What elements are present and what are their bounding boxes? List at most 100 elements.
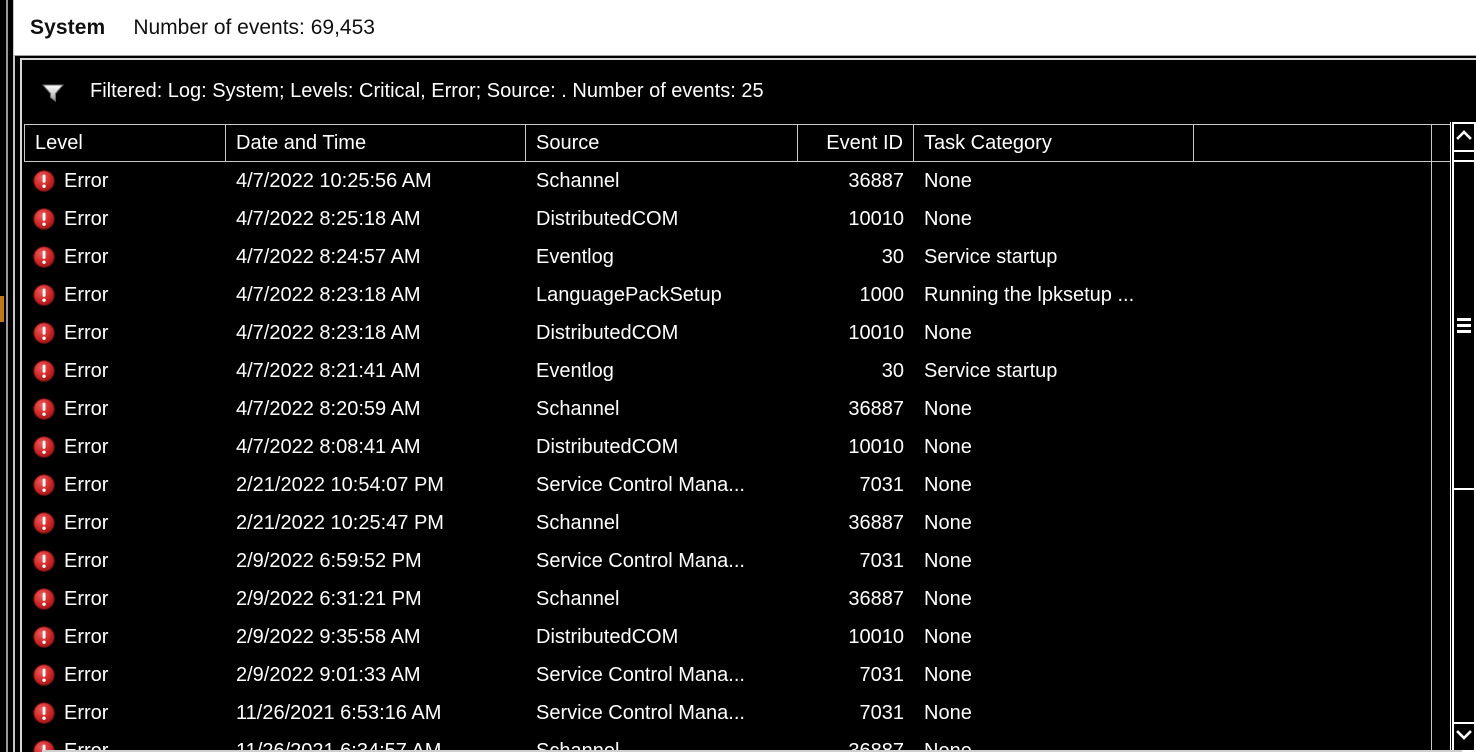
table-row[interactable]: Error 2/9/2022 6:31:21 PM Schannel 36887 Non… — [24, 580, 1452, 618]
cell-event-id: 7031 — [859, 473, 905, 496]
cell-task-category: None — [924, 739, 972, 752]
cell-extra — [1194, 276, 1432, 314]
cell-extra — [1194, 504, 1432, 542]
cell-event-id: 30 — [881, 359, 904, 382]
cell-level-text: Error — [64, 397, 109, 420]
scrollbar-thumb[interactable] — [1452, 160, 1476, 490]
pane-divider-right — [13, 0, 15, 752]
column-header-event-id[interactable]: Event ID — [798, 125, 914, 161]
warning-icon-sliver — [0, 296, 4, 322]
cell-task-category: None — [924, 435, 972, 458]
scroll-down-button[interactable] — [1452, 722, 1476, 752]
error-icon — [32, 625, 56, 649]
cell-level-text: Error — [64, 245, 109, 268]
cell-task-category: None — [924, 207, 972, 230]
cell-task-category: None — [924, 397, 972, 420]
cell-datetime: 2/9/2022 9:35:58 AM — [236, 625, 421, 648]
cell-level-text: Error — [64, 587, 109, 610]
cell-level: Error — [24, 238, 226, 276]
cell-event-id: 10010 — [848, 435, 904, 458]
error-icon — [32, 283, 56, 307]
cell-level: Error — [24, 542, 226, 580]
cell-datetime: 4/7/2022 10:25:56 AM — [236, 169, 432, 192]
error-icon — [32, 663, 56, 687]
column-header-extra[interactable] — [1194, 125, 1432, 161]
cell-extra — [1194, 694, 1432, 732]
error-icon — [32, 701, 56, 725]
cell-level-text: Error — [64, 435, 109, 458]
cell-datetime: 2/9/2022 6:31:21 PM — [236, 587, 422, 610]
error-icon — [32, 207, 56, 231]
cell-level: Error — [24, 352, 226, 390]
error-icon — [32, 587, 56, 611]
left-pane-edge — [0, 0, 20, 752]
table-row[interactable]: Error 4/7/2022 8:20:59 AM Schannel 36887 Non… — [24, 390, 1452, 428]
column-header-row: Level Date and Time Source Event ID Task… — [24, 124, 1452, 162]
column-header-level[interactable]: Level — [24, 125, 226, 161]
table-row[interactable]: Error 2/9/2022 9:01:33 AM Service Control … — [24, 656, 1452, 694]
cell-extra — [1194, 352, 1432, 390]
column-header-source[interactable]: Source — [526, 125, 798, 161]
cell-level: Error — [24, 618, 226, 656]
cell-level-text: Error — [64, 359, 109, 382]
error-icon — [32, 397, 56, 421]
column-header-task-category[interactable]: Task Category — [914, 125, 1194, 161]
table-row[interactable]: Error 2/9/2022 9:35:58 AM DistributedCOM 10… — [24, 618, 1452, 656]
cell-level-text: Error — [64, 663, 109, 686]
table-row[interactable]: Error 4/7/2022 8:08:41 AM DistributedCOM 10… — [24, 428, 1452, 466]
cell-datetime: 2/21/2022 10:54:07 PM — [236, 473, 444, 496]
cell-level: Error — [24, 466, 226, 504]
vertical-scrollbar[interactable] — [1450, 122, 1476, 752]
cell-source: DistributedCOM — [536, 625, 679, 648]
table-row[interactable]: Error 4/7/2022 8:23:18 AM LanguagePackSetu… — [24, 276, 1452, 314]
cell-event-id: 1000 — [859, 283, 905, 306]
column-header-datetime[interactable]: Date and Time — [226, 125, 526, 161]
cell-source: Eventlog — [536, 245, 614, 268]
cell-datetime: 4/7/2022 8:25:18 AM — [236, 207, 421, 230]
cell-event-id: 36887 — [848, 511, 904, 534]
cell-source: Schannel — [536, 169, 620, 192]
cell-extra — [1194, 580, 1432, 618]
cell-datetime: 4/7/2022 8:08:41 AM — [236, 435, 421, 458]
cell-datetime: 2/9/2022 9:01:33 AM — [236, 663, 421, 686]
table-row[interactable]: Error 4/7/2022 8:23:18 AM DistributedCOM 10… — [24, 314, 1452, 352]
table-row[interactable]: Error 4/7/2022 8:21:41 AM Eventlog 30 Servic… — [24, 352, 1452, 390]
scroll-up-button[interactable] — [1452, 122, 1476, 152]
table-row[interactable]: Error 2/21/2022 10:25:47 PM Schannel 36887 N… — [24, 504, 1452, 542]
events-list-panel: Filtered: Log: System; Levels: Critical,… — [20, 58, 1476, 752]
cell-source: DistributedCOM — [536, 321, 679, 344]
table-row[interactable]: Error 4/7/2022 10:25:56 AM Schannel 36887 No… — [24, 162, 1452, 200]
cell-level: Error — [24, 656, 226, 694]
table-row[interactable]: Error 2/9/2022 6:59:52 PM Service Control … — [24, 542, 1452, 580]
table-row[interactable]: Error 2/21/2022 10:54:07 PM Service Contro… — [24, 466, 1452, 504]
cell-datetime: 4/7/2022 8:23:18 AM — [236, 283, 421, 306]
cell-level: Error — [24, 580, 226, 618]
cell-datetime: 11/26/2021 6:53:16 AM — [236, 701, 442, 724]
cell-datetime: 2/9/2022 6:59:52 PM — [236, 549, 422, 572]
cell-extra — [1194, 390, 1432, 428]
chevron-up-icon — [1456, 128, 1472, 146]
events-rows-viewport[interactable]: Error 4/7/2022 10:25:56 AM Schannel 36887 No… — [24, 162, 1452, 752]
cell-task-category: None — [924, 473, 972, 496]
cell-source: DistributedCOM — [536, 435, 679, 458]
cell-datetime: 11/26/2021 6:34:57 AM — [236, 739, 442, 752]
cell-event-id: 36887 — [848, 739, 904, 752]
table-row[interactable]: Error 4/7/2022 8:25:18 AM DistributedCOM 10… — [24, 200, 1452, 238]
cell-level-text: Error — [64, 283, 109, 306]
cell-event-id: 36887 — [848, 587, 904, 610]
cell-level: Error — [24, 732, 226, 752]
cell-level-text: Error — [64, 625, 109, 648]
filter-bar[interactable]: Filtered: Log: System; Levels: Critical,… — [24, 62, 1452, 122]
cell-datetime: 4/7/2022 8:20:59 AM — [236, 397, 421, 420]
cell-level-text: Error — [64, 169, 109, 192]
cell-event-id: 10010 — [848, 625, 904, 648]
table-row[interactable]: Error 4/7/2022 8:24:57 AM Eventlog 30 Servic… — [24, 238, 1452, 276]
cell-task-category: None — [924, 587, 972, 610]
error-icon — [32, 245, 56, 269]
table-row[interactable]: Error 11/26/2021 6:53:16 AM Service Contro… — [24, 694, 1452, 732]
cell-source: Service Control Mana... — [536, 663, 745, 686]
table-row[interactable]: Error 11/26/2021 6:34:57 AM Schannel 36887 N… — [24, 732, 1452, 752]
error-icon — [32, 511, 56, 535]
cell-extra — [1194, 314, 1432, 352]
cell-event-id: 7031 — [859, 549, 905, 572]
